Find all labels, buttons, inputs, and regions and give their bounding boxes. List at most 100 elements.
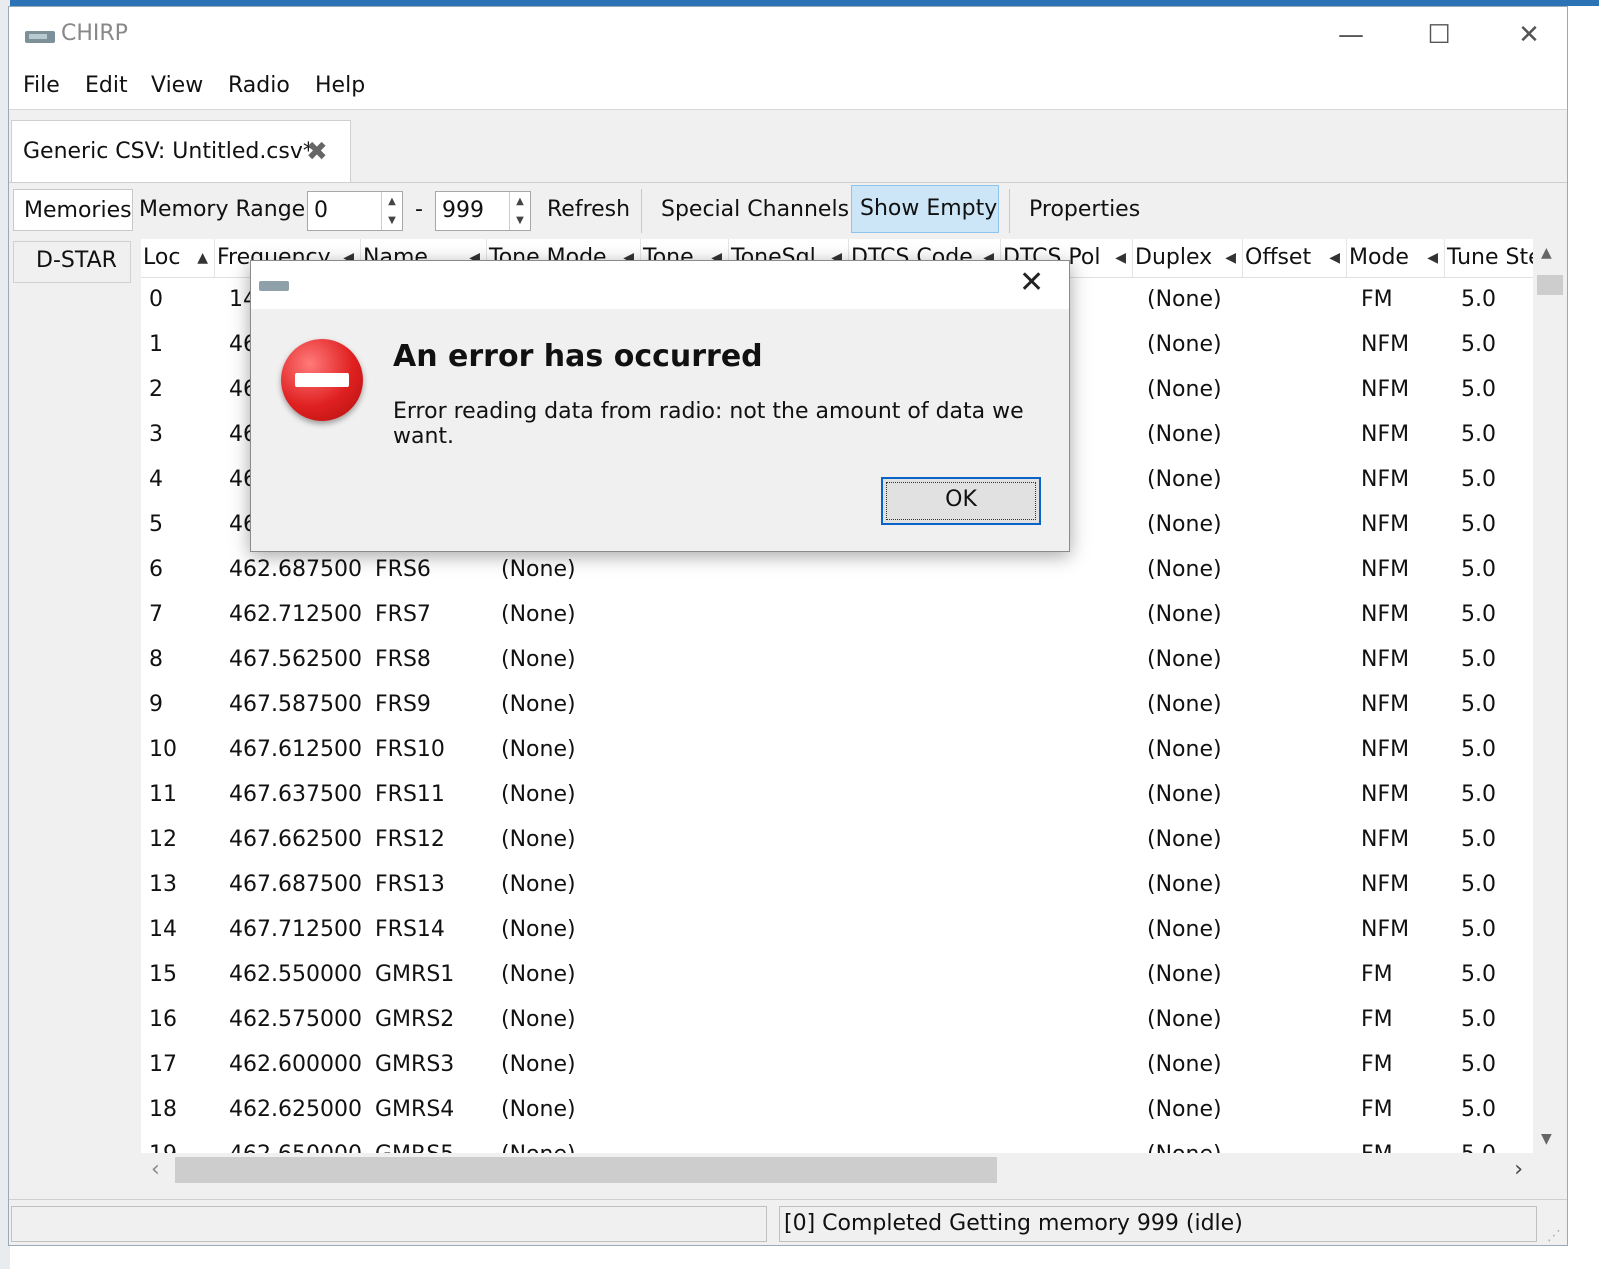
cell-loc[interactable]: 6 xyxy=(149,557,163,582)
show-empty-toggle[interactable]: Show Empty xyxy=(851,185,999,233)
scroll-right-icon[interactable]: › xyxy=(1514,1157,1523,1182)
cell-duplex[interactable]: (None) xyxy=(1147,557,1222,582)
close-tab-icon[interactable]: ✖ xyxy=(306,137,328,167)
range-end-arrows[interactable]: ▲ ▼ xyxy=(509,192,530,230)
cell-tonemode[interactable]: (None) xyxy=(501,1142,576,1153)
cell-duplex[interactable]: (None) xyxy=(1147,872,1222,897)
cell-loc[interactable]: 2 xyxy=(149,377,163,402)
cell-name[interactable]: FRS9 xyxy=(375,692,431,717)
cell-mode[interactable]: NFM xyxy=(1361,782,1409,807)
cell-name[interactable]: GMRS1 xyxy=(375,962,454,987)
close-button[interactable]: ✕ xyxy=(1499,15,1559,55)
cell-mode[interactable]: FM xyxy=(1361,287,1393,312)
cell-freq[interactable]: 467.687500 xyxy=(229,872,362,897)
cell-duplex[interactable]: (None) xyxy=(1147,377,1222,402)
horizontal-scroll-thumb[interactable] xyxy=(175,1157,997,1183)
scroll-left-icon[interactable]: ‹ xyxy=(151,1157,160,1182)
cell-mode[interactable]: NFM xyxy=(1361,602,1409,627)
menu-radio[interactable]: Radio xyxy=(228,73,290,98)
cell-tonemode[interactable]: (None) xyxy=(501,557,576,582)
cell-duplex[interactable]: (None) xyxy=(1147,467,1222,492)
cell-name[interactable]: GMRS4 xyxy=(375,1097,454,1122)
cell-freq[interactable]: 462.600000 xyxy=(229,1052,362,1077)
cell-duplex[interactable]: (None) xyxy=(1147,512,1222,537)
cell-duplex[interactable]: (None) xyxy=(1147,827,1222,852)
cell-tune[interactable]: 5.0 xyxy=(1461,287,1496,312)
menu-edit[interactable]: Edit xyxy=(85,73,128,98)
cell-name[interactable]: FRS13 xyxy=(375,872,445,897)
cell-duplex[interactable]: (None) xyxy=(1147,287,1222,312)
cell-loc[interactable]: 1 xyxy=(149,332,163,357)
cell-tune[interactable]: 5.0 xyxy=(1461,512,1496,537)
cell-tonemode[interactable]: (None) xyxy=(501,1007,576,1032)
cell-duplex[interactable]: (None) xyxy=(1147,1007,1222,1032)
table-row[interactable]: 19 462.650000 GMRS5 (None) (None) FM 5.0 xyxy=(141,1134,1533,1153)
cell-name[interactable]: FRS7 xyxy=(375,602,431,627)
cell-mode[interactable]: NFM xyxy=(1361,647,1409,672)
cell-freq[interactable]: 467.637500 xyxy=(229,782,362,807)
cell-tonemode[interactable]: (None) xyxy=(501,962,576,987)
cell-duplex[interactable]: (None) xyxy=(1147,917,1222,942)
cell-tonemode[interactable]: (None) xyxy=(501,917,576,942)
cell-duplex[interactable]: (None) xyxy=(1147,647,1222,672)
refresh-button[interactable]: Refresh xyxy=(547,197,630,222)
menu-view[interactable]: View xyxy=(151,73,203,98)
table-row[interactable]: 13 467.687500 FRS13 (None) (None) NFM 5.0 xyxy=(141,864,1533,909)
table-row[interactable]: 17 462.600000 GMRS3 (None) (None) FM 5.0 xyxy=(141,1044,1533,1089)
table-row[interactable]: 11 467.637500 FRS11 (None) (None) NFM 5.0 xyxy=(141,774,1533,819)
cell-mode[interactable]: FM xyxy=(1361,1097,1393,1122)
cell-mode[interactable]: NFM xyxy=(1361,557,1409,582)
cell-mode[interactable]: NFM xyxy=(1361,737,1409,762)
cell-tune[interactable]: 5.0 xyxy=(1461,692,1496,717)
cell-tonemode[interactable]: (None) xyxy=(501,737,576,762)
table-row[interactable]: 10 467.612500 FRS10 (None) (None) NFM 5.0 xyxy=(141,729,1533,774)
cell-mode[interactable]: NFM xyxy=(1361,917,1409,942)
cell-loc[interactable]: 14 xyxy=(149,917,177,942)
cell-duplex[interactable]: (None) xyxy=(1147,422,1222,447)
cell-mode[interactable]: FM xyxy=(1361,962,1393,987)
cell-freq[interactable]: 467.612500 xyxy=(229,737,362,762)
tab-memories[interactable]: Memories xyxy=(13,189,133,231)
cell-name[interactable]: GMRS3 xyxy=(375,1052,454,1077)
cell-freq[interactable]: 467.662500 xyxy=(229,827,362,852)
range-start-spinner[interactable]: 0 ▲ ▼ xyxy=(307,191,403,231)
cell-mode[interactable]: NFM xyxy=(1361,377,1409,402)
cell-loc[interactable]: 8 xyxy=(149,647,163,672)
table-row[interactable]: 14 467.712500 FRS14 (None) (None) NFM 5.0 xyxy=(141,909,1533,954)
dialog-close-icon[interactable]: ✕ xyxy=(1019,265,1044,300)
cell-tonemode[interactable]: (None) xyxy=(501,602,576,627)
cell-mode[interactable]: FM xyxy=(1361,1007,1393,1032)
cell-loc[interactable]: 4 xyxy=(149,467,163,492)
cell-tune[interactable]: 5.0 xyxy=(1461,1142,1496,1153)
column-header-mode[interactable]: Mode ◀ xyxy=(1347,239,1445,277)
cell-mode[interactable]: NFM xyxy=(1361,422,1409,447)
column-header-offset[interactable]: Offset ◀ xyxy=(1243,239,1347,277)
cell-loc[interactable]: 7 xyxy=(149,602,163,627)
cell-tonemode[interactable]: (None) xyxy=(501,1097,576,1122)
cell-tune[interactable]: 5.0 xyxy=(1461,467,1496,492)
cell-loc[interactable]: 11 xyxy=(149,782,177,807)
resize-grip-icon[interactable]: ⋰ xyxy=(1547,1228,1561,1244)
cell-duplex[interactable]: (None) xyxy=(1147,782,1222,807)
properties-button[interactable]: Properties xyxy=(1029,197,1140,222)
table-row[interactable]: 18 462.625000 GMRS4 (None) (None) FM 5.0 xyxy=(141,1089,1533,1134)
cell-freq[interactable]: 462.575000 xyxy=(229,1007,362,1032)
cell-tonemode[interactable]: (None) xyxy=(501,827,576,852)
table-row[interactable]: 16 462.575000 GMRS2 (None) (None) FM 5.0 xyxy=(141,999,1533,1044)
cell-freq[interactable]: 462.550000 xyxy=(229,962,362,987)
cell-loc[interactable]: 5 xyxy=(149,512,163,537)
table-row[interactable]: 8 467.562500 FRS8 (None) (None) NFM 5.0 xyxy=(141,639,1533,684)
cell-freq[interactable]: 467.587500 xyxy=(229,692,362,717)
cell-tonemode[interactable]: (None) xyxy=(501,647,576,672)
cell-tune[interactable]: 5.0 xyxy=(1461,332,1496,357)
file-tab[interactable]: Generic CSV: Untitled.csv* ✖ xyxy=(11,120,351,182)
cell-mode[interactable]: NFM xyxy=(1361,512,1409,537)
cell-loc[interactable]: 18 xyxy=(149,1097,177,1122)
cell-tonemode[interactable]: (None) xyxy=(501,1052,576,1077)
column-header-tune-step[interactable]: Tune Ste xyxy=(1445,239,1533,277)
cell-name[interactable]: FRS14 xyxy=(375,917,445,942)
scroll-up-icon[interactable]: ▲ xyxy=(1541,245,1552,261)
cell-tune[interactable]: 5.0 xyxy=(1461,917,1496,942)
cell-freq[interactable]: 467.712500 xyxy=(229,917,362,942)
table-row[interactable]: 12 467.662500 FRS12 (None) (None) NFM 5.0 xyxy=(141,819,1533,864)
